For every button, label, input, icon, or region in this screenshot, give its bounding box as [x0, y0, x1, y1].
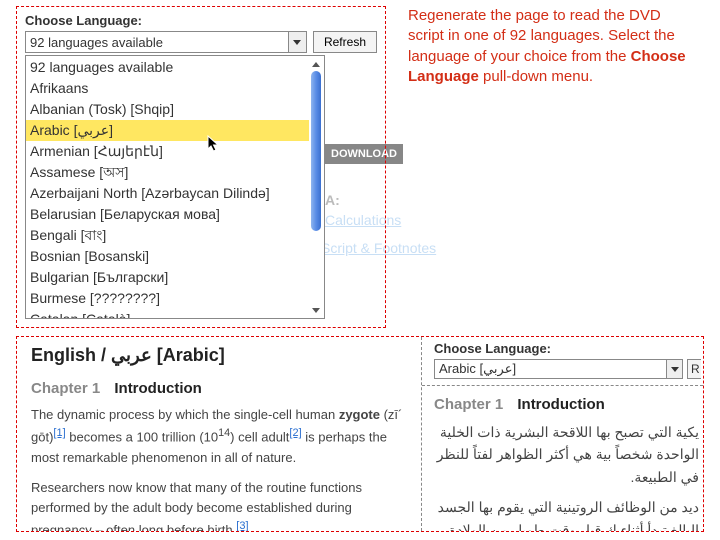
chapter-heading-en: Chapter 1 Introduction	[31, 380, 407, 397]
paragraph-2-ar: ديد من الوظائف الروتينية التي يقوم بها ا…	[434, 496, 701, 532]
scrollbar[interactable]	[309, 57, 323, 317]
content-comparison-panel: English / عربي [Arabic] Chapter 1 Introd…	[16, 336, 704, 532]
language-select[interactable]: 92 languages available	[25, 31, 307, 53]
language-option[interactable]: Arabic [عربي]	[26, 120, 310, 141]
language-select-value: 92 languages available	[30, 35, 163, 50]
chapter-heading-ar: Chapter 1 Introduction	[434, 396, 701, 413]
language-option[interactable]: Belarusian [Беларуская мова]	[26, 204, 310, 225]
language-option[interactable]: Assamese [অস]	[26, 162, 310, 183]
language-select-right[interactable]: Arabic [عربي]	[434, 359, 683, 379]
language-option[interactable]: Burmese [????????]	[26, 288, 310, 309]
instructions-text: Regenerate the page to read the DVD scri…	[408, 6, 698, 87]
language-option[interactable]: Bulgarian [Български]	[26, 267, 310, 288]
language-selector-panel: Choose Language: 92 languages available …	[16, 6, 386, 328]
language-select-right-value: Arabic [عربي]	[439, 361, 516, 377]
refresh-button-cut[interactable]: R	[687, 359, 701, 379]
paragraph-1-en: The dynamic process by which the single-…	[31, 405, 407, 468]
language-option[interactable]: Armenian [Հայերէն]	[26, 141, 310, 162]
refresh-button[interactable]: Refresh	[313, 31, 377, 53]
chevron-down-icon[interactable]	[288, 32, 306, 52]
language-option[interactable]: 92 languages available	[26, 57, 310, 78]
scroll-thumb[interactable]	[311, 71, 321, 231]
scroll-down-icon[interactable]	[310, 304, 322, 316]
footnote-link-1[interactable]: [1]	[53, 427, 65, 439]
arabic-column: Choose Language: Arabic [عربي] R Chapter…	[421, 337, 703, 531]
language-dropdown-list[interactable]: 92 languages availableAfrikaansAlbanian …	[25, 55, 325, 319]
language-option[interactable]: Azerbaijani North [Azərbaycan Dilində]	[26, 183, 310, 204]
chevron-down-icon[interactable]	[666, 360, 682, 378]
paragraph-2-en: Researchers now know that many of the ro…	[31, 478, 407, 532]
choose-language-label: Choose Language:	[25, 13, 377, 28]
language-option[interactable]: Catalan [Català]	[26, 309, 310, 319]
language-option[interactable]: Bosnian [Bosanski]	[26, 246, 310, 267]
english-column: English / عربي [Arabic] Chapter 1 Introd…	[17, 337, 419, 531]
page-title: English / عربي [Arabic]	[31, 345, 407, 366]
choose-language-label-right: Choose Language:	[434, 341, 701, 356]
footnote-link-3[interactable]: [3]	[236, 520, 248, 532]
paragraph-1-ar: يكية التي تصبح بها اللاقحة البشرية ذات ا…	[434, 421, 701, 488]
language-option[interactable]: Bengali [বাং]	[26, 225, 310, 246]
language-option[interactable]: Afrikaans	[26, 78, 310, 99]
footnote-link-2[interactable]: [2]	[289, 427, 301, 439]
scroll-up-icon[interactable]	[310, 58, 322, 70]
language-option[interactable]: Albanian (Tosk) [Shqip]	[26, 99, 310, 120]
